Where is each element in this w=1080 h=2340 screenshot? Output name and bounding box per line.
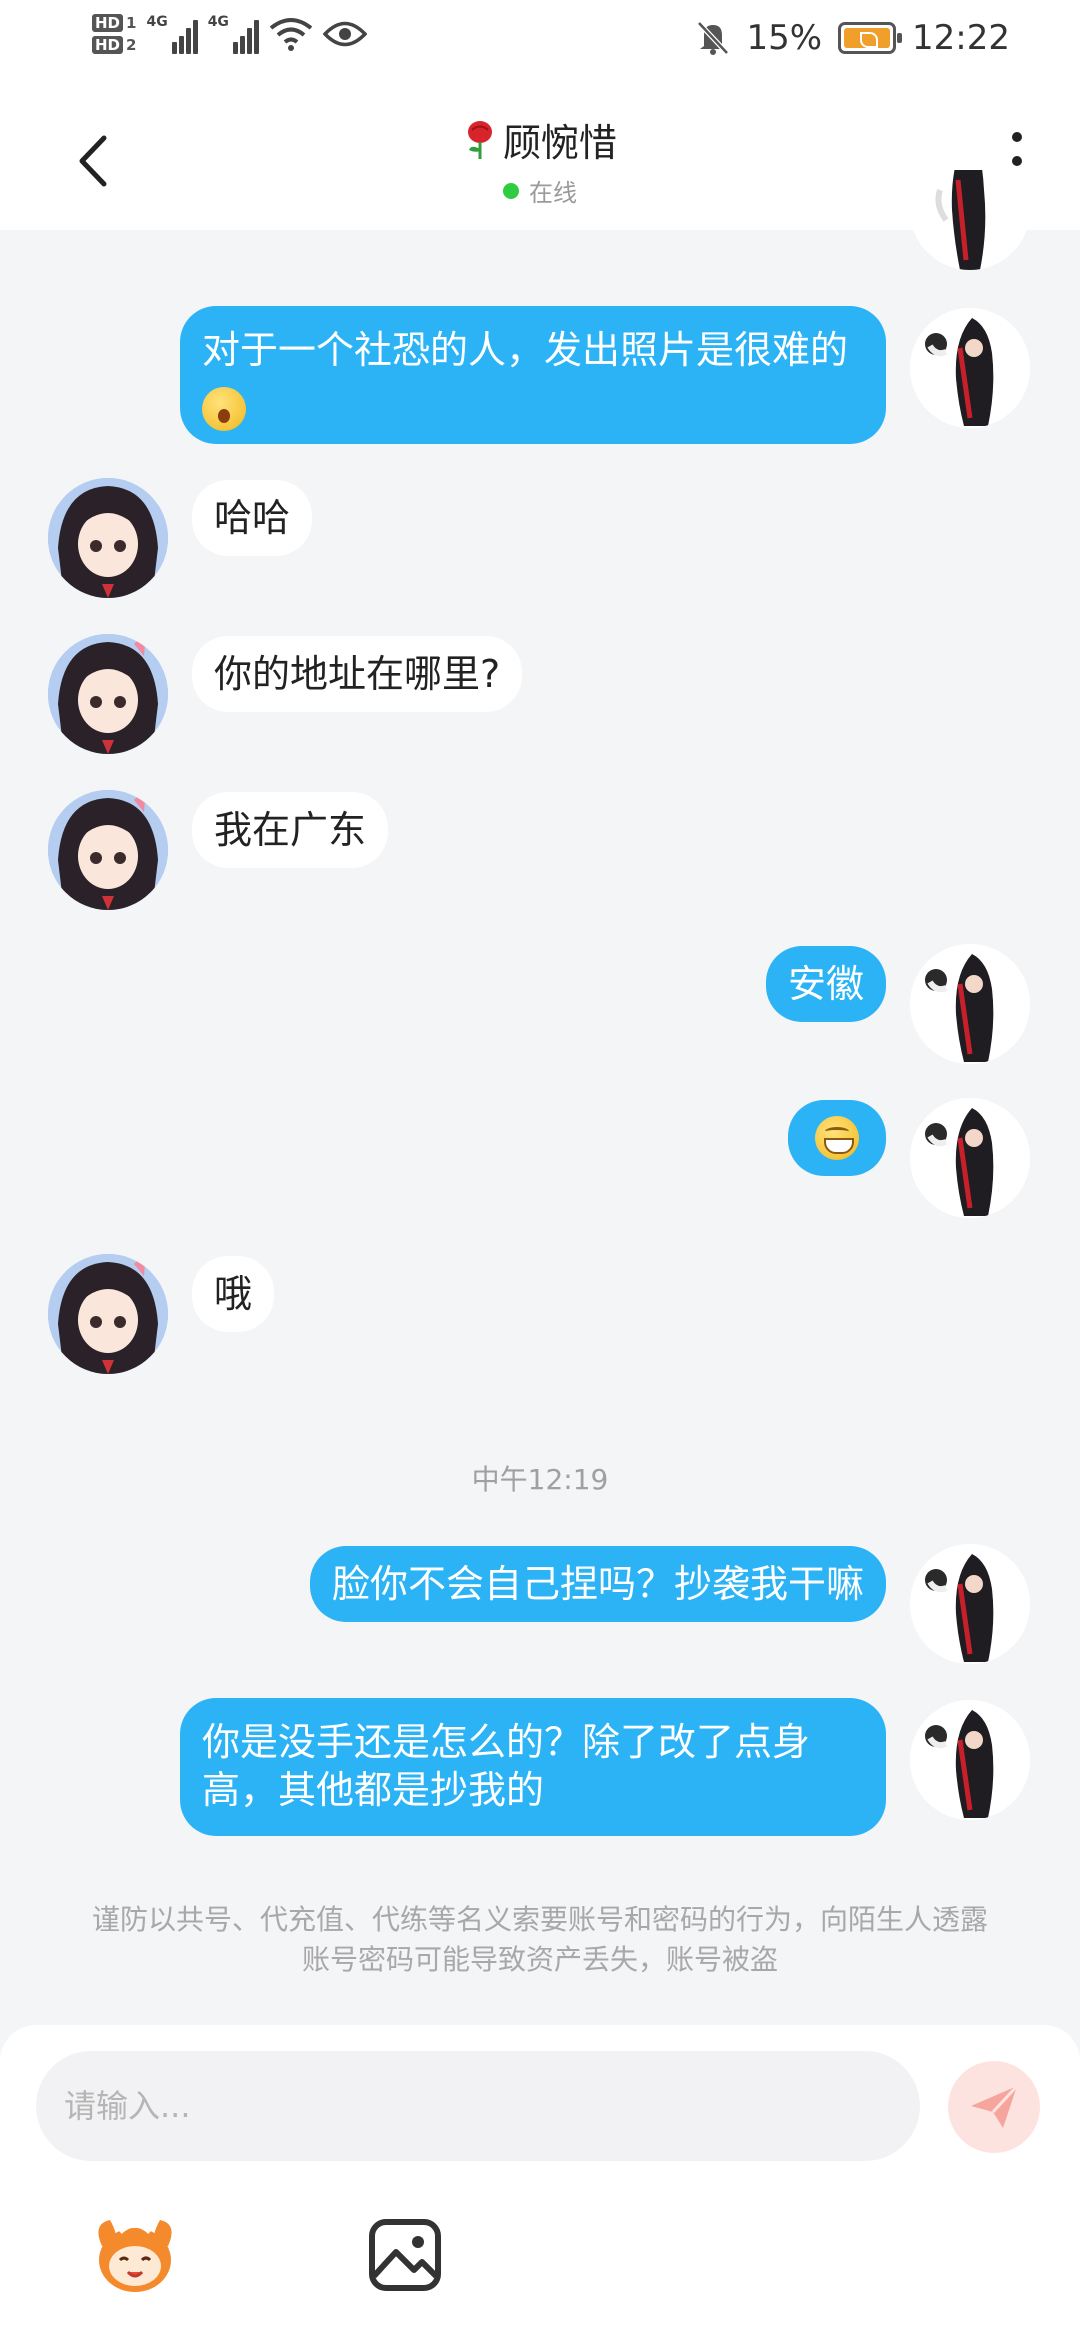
battery-percent: 15% [746,18,823,58]
my-avatar[interactable] [910,308,1030,428]
outgoing-message-bubble[interactable] [788,1100,886,1176]
contact-name[interactable]: 顾惋惜 [463,112,617,167]
sticker-mascot-button[interactable] [90,2210,180,2300]
message-text: 哈哈 [214,496,291,540]
message-text: 我在广东 [214,808,367,852]
dot-icon [1012,132,1022,142]
my-avatar[interactable] [910,1544,1030,1664]
message-text: 你是没手还是怎么的？除了改了点身高，其他都是抄我的 [202,1720,811,1812]
outgoing-message-bubble[interactable]: 脸你不会自己捏吗？抄袭我干嘛 [309,1546,886,1622]
rose-icon [467,120,492,159]
send-button[interactable] [948,2061,1040,2153]
contact-avatar[interactable] [48,1254,168,1374]
contact-avatar[interactable] [48,790,168,910]
my-avatar[interactable] [910,1700,1030,1820]
incoming-message-bubble[interactable]: 我在广东 [192,792,389,868]
message-timestamp: 中午12:19 [471,1463,609,1496]
message-input[interactable] [36,2051,920,2161]
message-row: 对于一个社恐的人，发出照片是很难的 [0,306,1080,446]
message-row: 安徽 [0,944,1080,1066]
message-text: 脸你不会自己捏吗？抄袭我干嘛 [331,1562,864,1606]
sim1-hd-indicator: HD 1 [92,14,136,32]
message-row: 哈哈 [0,478,1080,600]
status-right: 15% 12:22 [696,18,1010,58]
incoming-message-bubble[interactable]: 你的地址在哪里? [192,636,523,712]
my-avatar[interactable] [910,1098,1030,1218]
outgoing-message-bubble[interactable]: 安徽 [765,946,886,1022]
sim2-hd-indicator: HD 2 [92,36,136,54]
contact-avatar[interactable] [48,634,168,754]
message-row: 我在广东 [0,790,1080,912]
online-dot-icon [503,182,519,199]
message-text: 安徽 [787,962,864,1006]
my-avatar[interactable] [910,944,1030,1064]
wifi-icon [269,18,313,51]
contact-avatar[interactable] [48,478,168,598]
yawning-face-icon [202,387,246,431]
outgoing-message-bubble[interactable]: 你是没手还是怎么的？除了改了点身高，其他都是抄我的 [180,1698,886,1836]
my-avatar-partial[interactable] [910,170,1030,270]
message-text: 哦 [214,1272,253,1316]
message-row: 脸你不会自己捏吗？抄袭我干嘛 [0,1544,1080,1666]
message-row: 哦 [0,1254,1080,1376]
status-bar: HD 1 HD 2 4G 4G 15% 12:22 [0,0,1080,90]
message-text: 对于一个社恐的人，发出照片是很难的 [202,328,849,372]
online-status-text: 在线 [529,179,577,207]
input-panel [0,2025,1080,2340]
incoming-message-bubble[interactable]: 哈哈 [192,480,313,556]
clock: 12:22 [912,18,1010,58]
outgoing-message-bubble[interactable]: 对于一个社恐的人，发出照片是很难的 [180,306,886,444]
status-left: HD 1 HD 2 4G 4G [92,14,367,54]
message-row [0,1098,1080,1220]
eye-icon [322,21,367,47]
image-picker-button[interactable] [360,2210,450,2300]
grinning-face-icon [815,1116,859,1160]
incoming-message-bubble[interactable]: 哦 [192,1256,275,1332]
online-status: 在线 [503,173,577,208]
dot-icon [1012,156,1022,166]
message-row: 你的地址在哪里? [0,634,1080,756]
message-row: 你是没手还是怎么的？除了改了点身高，其他都是抄我的 [0,1698,1080,1838]
security-notice: 谨防以共号、代充值、代练等名义索要账号和密码的行为，向陌生人透露账号密码可能导致… [91,1903,988,1976]
send-icon [971,2084,1019,2128]
contact-name-text: 顾惋惜 [502,121,617,165]
signal-2-icon: 4G [208,14,259,54]
signal-1-icon: 4G [146,14,198,54]
message-text: 你的地址在哪里? [214,652,501,696]
battery-icon [838,22,903,54]
mute-bell-icon [697,21,730,55]
